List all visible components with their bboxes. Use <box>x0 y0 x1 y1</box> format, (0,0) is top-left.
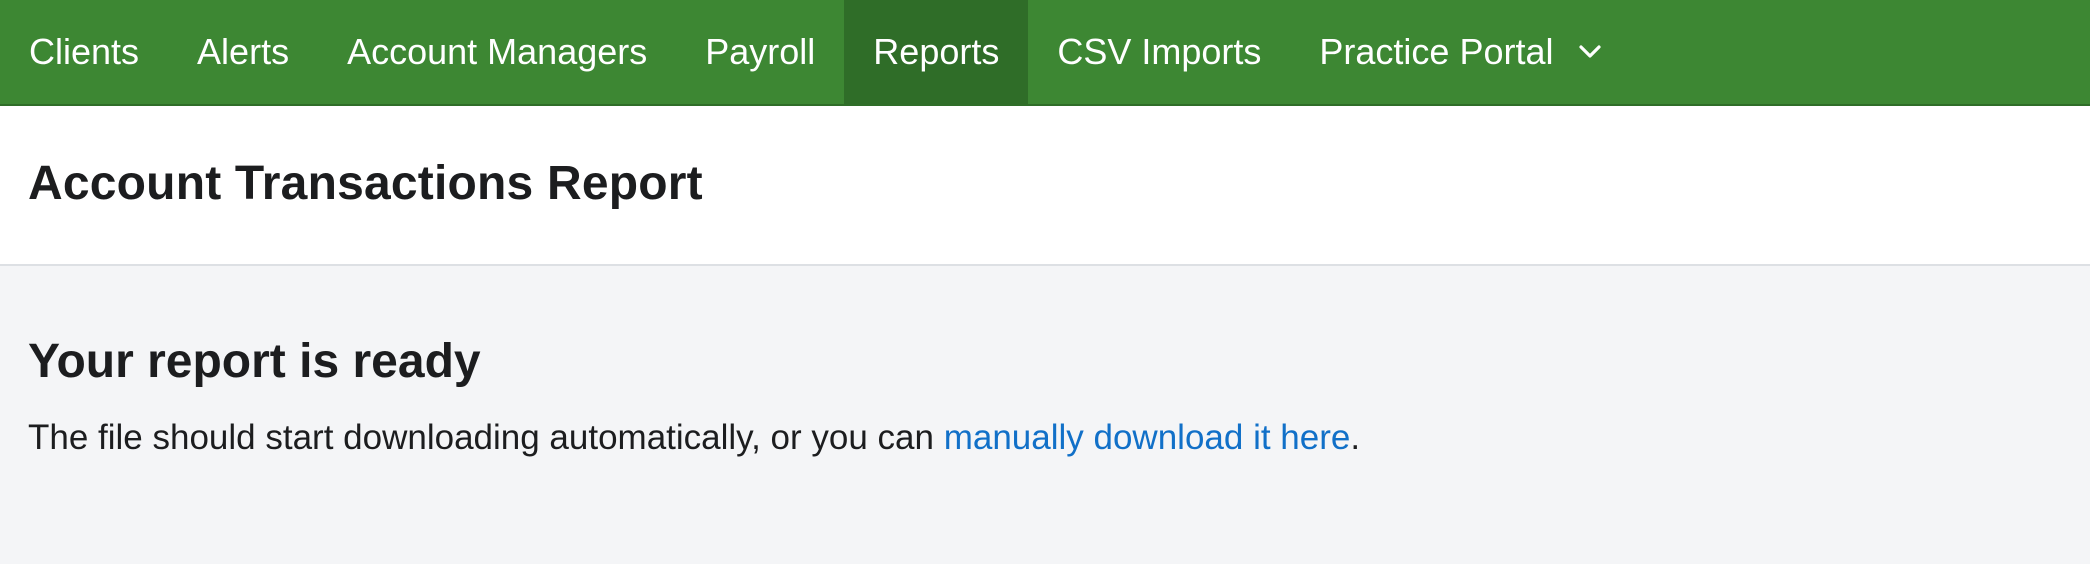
top-navigation: Clients Alerts Account Managers Payroll … <box>0 0 2090 106</box>
nav-item-label: Practice Portal <box>1319 31 1554 72</box>
nav-item-payroll[interactable]: Payroll <box>676 0 844 104</box>
report-ready-heading: Your report is ready <box>28 335 481 388</box>
chevron-down-icon <box>1576 38 1604 66</box>
nav-item-practice-portal[interactable]: Practice Portal <box>1290 0 1632 104</box>
nav-item-reports[interactable]: Reports <box>844 0 1029 104</box>
message-suffix: . <box>1350 418 1361 457</box>
nav-item-label: Clients <box>29 31 140 72</box>
report-ready-panel: Your report is ready The file should sta… <box>0 268 2090 564</box>
nav-item-label: CSV Imports <box>1057 31 1262 72</box>
nav-item-label: Payroll <box>705 31 816 72</box>
nav-item-alerts[interactable]: Alerts <box>168 0 318 104</box>
nav-item-csv-imports[interactable]: CSV Imports <box>1028 0 1290 104</box>
page-title: Account Transactions Report <box>28 157 703 210</box>
nav-item-account-managers[interactable]: Account Managers <box>318 0 676 104</box>
manual-download-link[interactable]: manually download it here <box>944 418 1351 457</box>
message-prefix: The file should start downloading automa… <box>28 418 944 457</box>
nav-item-label: Reports <box>873 31 1000 72</box>
report-ready-message: The file should start downloading automa… <box>28 418 1360 458</box>
page-header: Account Transactions Report <box>0 106 2090 266</box>
nav-item-label: Alerts <box>197 31 290 72</box>
nav-item-label: Account Managers <box>347 31 648 72</box>
nav-item-clients[interactable]: Clients <box>0 0 168 104</box>
